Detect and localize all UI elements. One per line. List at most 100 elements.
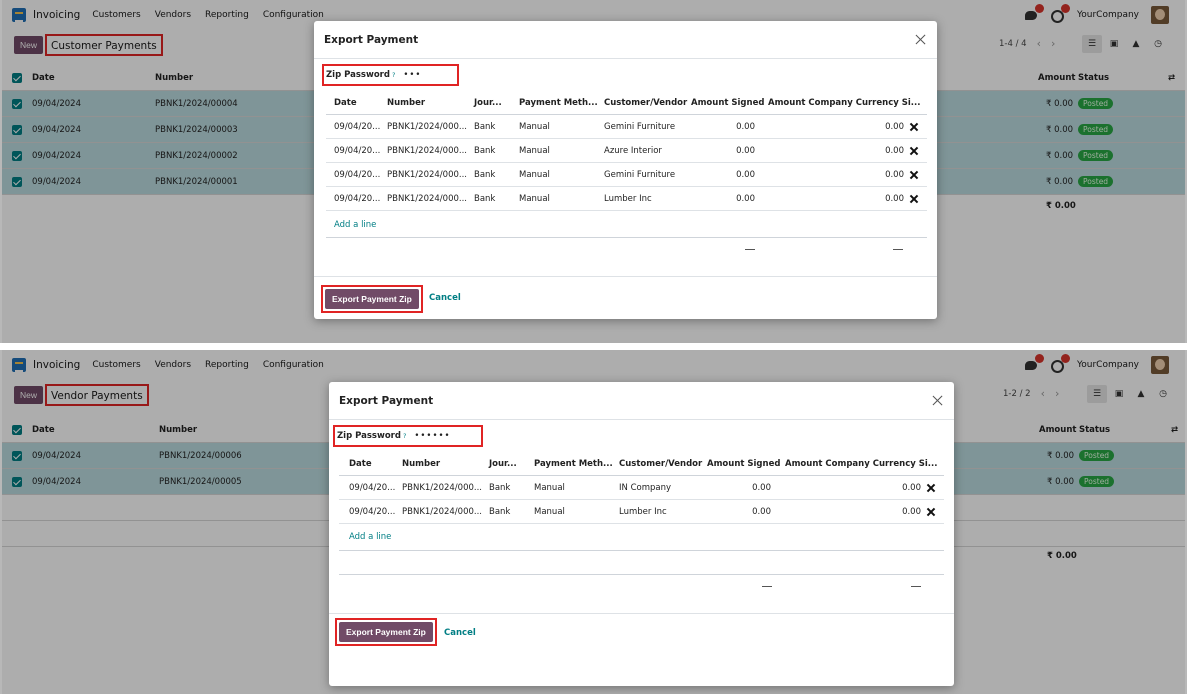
row-journal: Bank [474,122,496,132]
row-amount-signed: 0.00 [736,146,755,156]
delete-row-icon[interactable] [927,508,935,516]
row-amount-company: 0.00 [885,170,904,180]
export-payment-zip-button[interactable]: Export Payment Zip [339,622,433,642]
row-partner: Gemini Furniture [604,170,676,180]
cancel-button[interactable]: Cancel [444,628,476,638]
row-journal: Bank [489,507,511,517]
zip-password-input[interactable]: •••••• [414,431,450,441]
table-row[interactable]: 09/04/20... PBNK1/2024/000... Bank Manua… [326,187,927,211]
export-payment-zip-button[interactable]: Export Payment Zip [325,289,419,309]
col-date[interactable]: Date [349,452,372,476]
row-number: PBNK1/2024/000... [402,507,482,517]
export-payment-dialog: Export Payment Zip Password ? •••••• Dat… [329,382,954,686]
delete-row-icon[interactable] [910,123,918,131]
table-row[interactable]: 09/04/20... PBNK1/2024/000... Bank Manua… [326,163,927,187]
row-amount-company: 0.00 [885,194,904,204]
export-payment-dialog: Export Payment Zip Password ? ••• Date N… [314,21,937,319]
col-customer-vendor[interactable]: Customer/Vendor [604,91,687,115]
dialog-title: Export Payment [324,34,419,46]
close-icon[interactable] [932,394,944,406]
row-number: PBNK1/2024/000... [387,146,467,156]
dialog-footer: Export Payment Zip Cancel [314,276,937,319]
sum-amount-signed [762,586,772,587]
col-number[interactable]: Number [402,452,440,476]
dialog-header: Export Payment [314,21,937,59]
sum-amount-signed [745,249,755,250]
zip-password-label: Zip Password [326,70,390,80]
dialog-footer: Export Payment Zip Cancel [329,613,954,686]
row-amount-signed: 0.00 [752,483,771,493]
col-amount-company-currency[interactable]: Amount Company Currency Si... [768,91,920,115]
vendor-payments-screen: Invoicing Customers Vendors Reporting Co… [0,350,1187,694]
dialog-title: Export Payment [339,395,434,407]
sum-amount-company [893,249,903,250]
row-journal: Bank [474,146,496,156]
table-row[interactable]: 09/04/20... PBNK1/2024/000... Bank Manua… [326,139,927,163]
col-amount-signed[interactable]: Amount Signed [707,452,780,476]
subtable-row-border [339,550,944,551]
help-tooltip-icon[interactable]: ? [392,71,395,79]
col-payment-method[interactable]: Payment Meth... [534,452,613,476]
row-date: 09/04/20... [334,146,381,156]
subtable-bottom-border [326,237,927,238]
help-tooltip-icon[interactable]: ? [403,432,406,440]
col-journal[interactable]: Jour... [474,91,502,115]
row-partner: Azure Interior [604,146,662,156]
row-amount-signed: 0.00 [736,122,755,132]
col-journal[interactable]: Jour... [489,452,517,476]
row-partner: IN Company [619,483,672,493]
export-button-highlight: Export Payment Zip [335,618,437,646]
row-partner: Lumber Inc [619,507,667,517]
row-method: Manual [519,194,550,204]
row-method: Manual [519,170,550,180]
delete-row-icon[interactable] [910,195,918,203]
close-icon[interactable] [915,33,927,45]
row-partner: Lumber Inc [604,194,652,204]
delete-row-icon[interactable] [927,484,935,492]
row-journal: Bank [489,483,511,493]
cancel-button[interactable]: Cancel [429,293,461,303]
row-date: 09/04/20... [334,170,381,180]
dialog-header: Export Payment [329,382,954,420]
row-number: PBNK1/2024/000... [387,170,467,180]
row-journal: Bank [474,194,496,204]
add-line-link[interactable]: Add a line [334,220,376,230]
row-amount-company: 0.00 [902,483,921,493]
row-method: Manual [519,146,550,156]
sum-amount-company [911,586,921,587]
table-row[interactable]: 09/04/20... PBNK1/2024/000... Bank Manua… [326,115,927,139]
row-amount-company: 0.00 [902,507,921,517]
row-method: Manual [534,483,565,493]
table-row[interactable]: 09/04/20... PBNK1/2024/000... Bank Manua… [339,500,944,524]
col-customer-vendor[interactable]: Customer/Vendor [619,452,702,476]
col-payment-method[interactable]: Payment Meth... [519,91,598,115]
col-amount-signed[interactable]: Amount Signed [691,91,764,115]
row-amount-company: 0.00 [885,122,904,132]
row-journal: Bank [474,170,496,180]
row-amount-signed: 0.00 [736,170,755,180]
row-partner: Gemini Furniture [604,122,676,132]
screenshot-separator [0,343,1187,350]
row-method: Manual [534,507,565,517]
row-date: 09/04/20... [334,122,381,132]
payments-subtable: Date Number Jour... Payment Meth... Cust… [326,91,927,211]
col-amount-company-currency[interactable]: Amount Company Currency Si... [785,452,937,476]
col-number[interactable]: Number [387,91,425,115]
col-date[interactable]: Date [334,91,357,115]
row-date: 09/04/20... [334,194,381,204]
row-number: PBNK1/2024/000... [402,483,482,493]
zip-password-label: Zip Password [337,431,401,441]
subtable-header: Date Number Jour... Payment Meth... Cust… [339,452,944,476]
row-date: 09/04/20... [349,483,396,493]
table-row[interactable]: 09/04/20... PBNK1/2024/000... Bank Manua… [339,476,944,500]
export-button-highlight: Export Payment Zip [321,285,423,313]
add-line-link[interactable]: Add a line [349,532,391,542]
row-amount-signed: 0.00 [752,507,771,517]
customer-payments-screen: Invoicing Customers Vendors Reporting Co… [0,0,1187,343]
delete-row-icon[interactable] [910,171,918,179]
delete-row-icon[interactable] [910,147,918,155]
zip-password-field: Zip Password ? ••• [322,64,459,86]
zip-password-field: Zip Password ? •••••• [333,425,483,447]
row-amount-signed: 0.00 [736,194,755,204]
zip-password-input[interactable]: ••• [403,70,421,80]
